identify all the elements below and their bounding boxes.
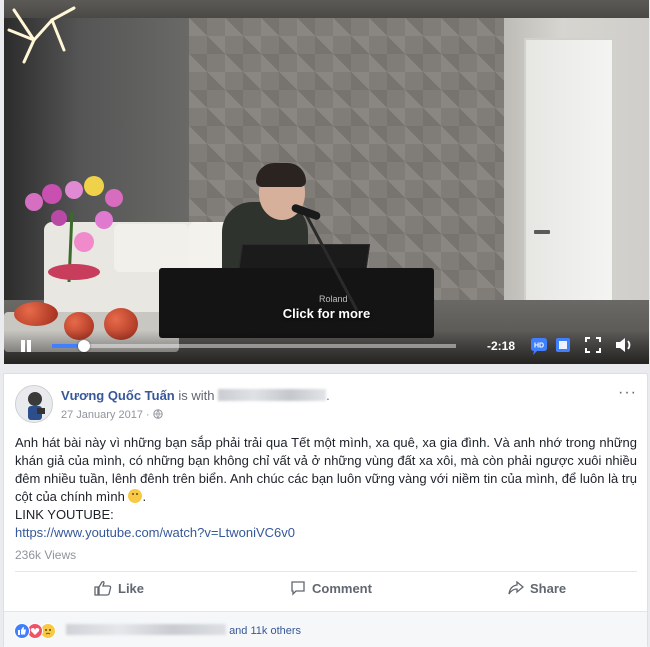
share-label: Share [530, 580, 567, 596]
link-label: LINK YOUTUBE: [15, 507, 114, 522]
post-options-button[interactable]: ··· [618, 384, 637, 402]
pause-icon [27, 340, 31, 352]
reaction-icons [14, 623, 56, 639]
post-body: Anh hát bài này vì những bạn sắp phải tr… [15, 434, 637, 542]
hd-quality-button[interactable]: HD [528, 336, 548, 356]
hd-icon: HD [531, 338, 547, 355]
fullscreen-icon [585, 337, 601, 353]
volume-icon [616, 338, 631, 352]
comment-icon [291, 581, 305, 596]
video-scene-door [524, 38, 614, 338]
pause-button[interactable] [18, 338, 34, 354]
view-count: 236k Views [15, 548, 77, 562]
svg-text:HD: HD [534, 343, 544, 350]
video-controls-bar: -2:18 HD [4, 330, 649, 364]
thumbs-up-icon [94, 581, 112, 596]
youtube-link[interactable]: https://www.youtube.com/watch?v=LtwoniVC… [15, 525, 295, 540]
divider [15, 571, 637, 572]
video-player[interactable]: Roland Click for more -2:18 HD [4, 0, 649, 364]
author-line: Vương Quốc Tuấn is with . [61, 388, 330, 403]
facebook-post-screenshot: Roland Click for more -2:18 HD Vương Quố… [0, 0, 650, 647]
profile-picture [16, 386, 52, 422]
reactions-bar[interactable]: and 11k others [4, 611, 647, 647]
reaction-names[interactable]: and 11k others [66, 624, 301, 637]
globe-icon[interactable] [153, 409, 163, 419]
like-button[interactable]: Like [94, 580, 144, 596]
volume-button[interactable] [614, 336, 634, 356]
reacted-users-redacted [66, 624, 226, 635]
comment-label: Comment [312, 580, 372, 596]
post-message: Anh hát bài này vì những bạn sắp phải tr… [15, 435, 637, 504]
pause-icon [21, 340, 25, 352]
reaction-count: and 11k others [229, 625, 302, 637]
share-button[interactable]: Share [508, 580, 566, 596]
video-progress-bar[interactable] [52, 340, 456, 352]
share-icon [508, 580, 524, 595]
post-card: Vương Quốc Tuấn is with . 27 January 201… [3, 373, 648, 647]
video-scene-person-hair [256, 163, 306, 187]
settings-button[interactable] [554, 336, 574, 356]
settings-square-icon [556, 338, 570, 352]
video-scene-door-handle [534, 230, 550, 234]
avatar[interactable] [15, 385, 53, 423]
author-name[interactable]: Vương Quốc Tuấn [61, 388, 175, 403]
separator-dot: · [146, 409, 153, 421]
post-message-text: Anh hát bài này vì những bạn sắp phải tr… [15, 435, 637, 504]
comment-button[interactable]: Comment [290, 580, 372, 596]
click-for-more-label[interactable]: Click for more [4, 306, 649, 321]
fullscreen-button[interactable] [584, 336, 604, 356]
orchid-flowers-graphic [25, 176, 123, 282]
like-reaction-icon [14, 623, 30, 639]
with-text: is with [178, 388, 215, 403]
tagged-user-redacted [218, 389, 327, 401]
time-remaining: -2:18 [487, 339, 516, 353]
post-meta: 27 January 2017 · [61, 409, 163, 421]
period: . [326, 388, 330, 403]
video-progress-knob[interactable] [78, 340, 91, 352]
video-scene-ceiling [4, 0, 649, 18]
video-scene-piano: Roland [159, 268, 434, 338]
piano-brand-label: Roland [319, 294, 348, 304]
smile-emoji-icon [128, 489, 143, 503]
chandelier-graphic [7, 6, 76, 64]
post-date[interactable]: 27 January 2017 [61, 409, 143, 421]
like-label: Like [118, 580, 145, 596]
